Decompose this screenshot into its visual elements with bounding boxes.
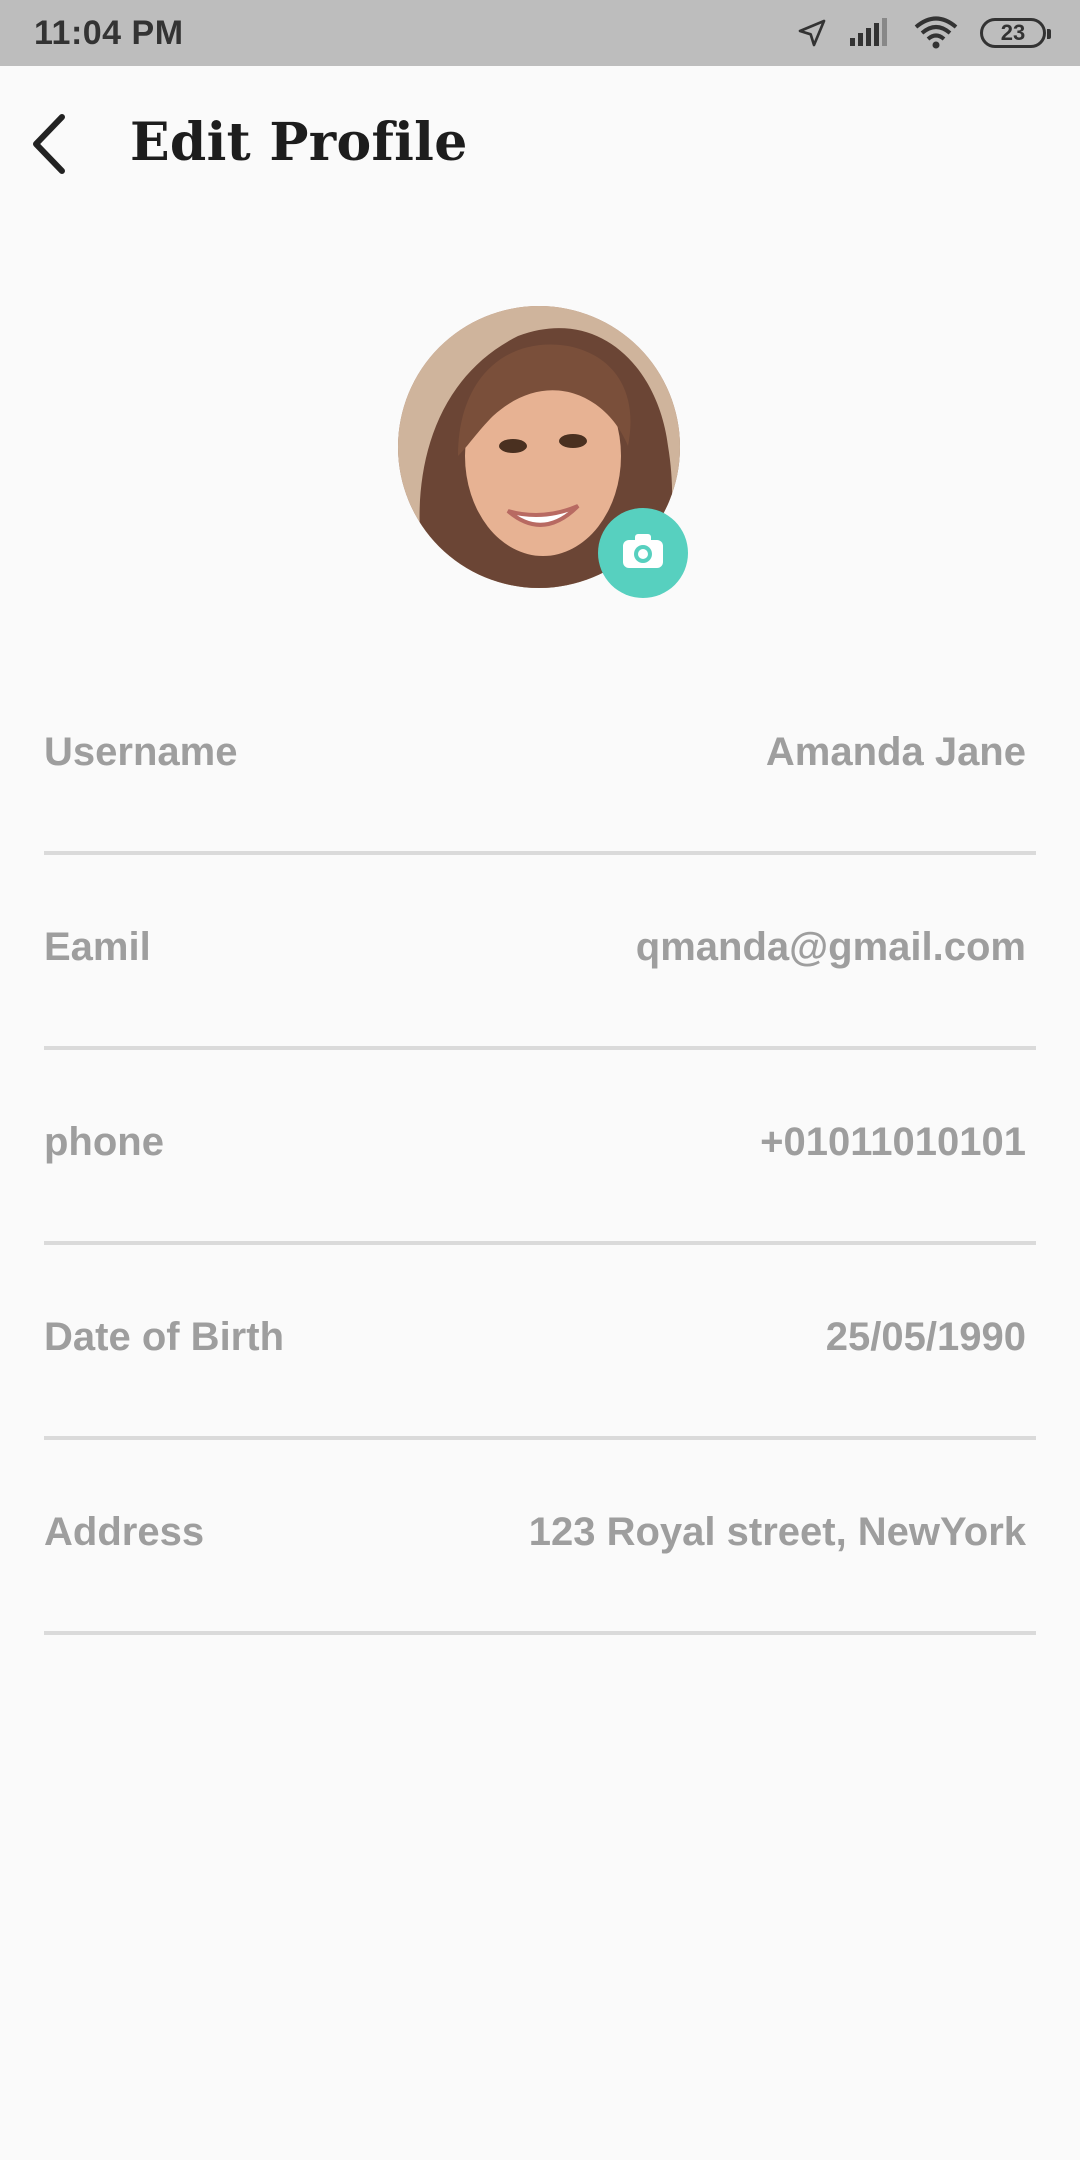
status-bar: 11:04 PM 23	[0, 0, 1080, 66]
battery-icon: 23	[980, 18, 1051, 48]
email-field[interactable]: Eamil qmanda@gmail.com	[44, 855, 1036, 1050]
date-of-birth-field[interactable]: Date of Birth 25/05/1990	[44, 1245, 1036, 1440]
status-icons: 23	[796, 16, 1051, 50]
battery-level: 23	[1000, 20, 1026, 45]
field-value[interactable]: Amanda Jane	[766, 730, 1026, 775]
chevron-left-icon	[28, 113, 68, 180]
back-button[interactable]	[18, 106, 78, 186]
field-label: phone	[44, 1120, 164, 1164]
field-label: Address	[44, 1510, 205, 1554]
field-value[interactable]: 123 Royal street, NewYork	[529, 1510, 1026, 1555]
signal-icon	[850, 18, 892, 48]
avatar-section	[398, 306, 688, 598]
profile-fields: Username Amanda Jane Eamil qmanda@gmail.…	[44, 660, 1036, 1635]
page-title: Edit Profile	[130, 112, 468, 173]
field-value[interactable]: 25/05/1990	[826, 1315, 1026, 1360]
location-arrow-icon	[796, 17, 828, 49]
phone-field[interactable]: phone +01011010101	[44, 1050, 1036, 1245]
wifi-icon	[914, 16, 958, 50]
field-label: Eamil	[44, 925, 151, 969]
status-time: 11:04 PM	[34, 13, 184, 52]
change-photo-button[interactable]	[598, 508, 688, 598]
username-field[interactable]: Username Amanda Jane	[44, 660, 1036, 855]
camera-icon	[621, 532, 665, 575]
field-label: Username	[44, 730, 238, 774]
field-value[interactable]: +01011010101	[760, 1120, 1026, 1165]
address-field[interactable]: Address 123 Royal street, NewYork	[44, 1440, 1036, 1635]
app-header: Edit Profile	[0, 66, 1080, 222]
field-label: Date of Birth	[44, 1315, 284, 1359]
field-value[interactable]: qmanda@gmail.com	[636, 925, 1026, 970]
